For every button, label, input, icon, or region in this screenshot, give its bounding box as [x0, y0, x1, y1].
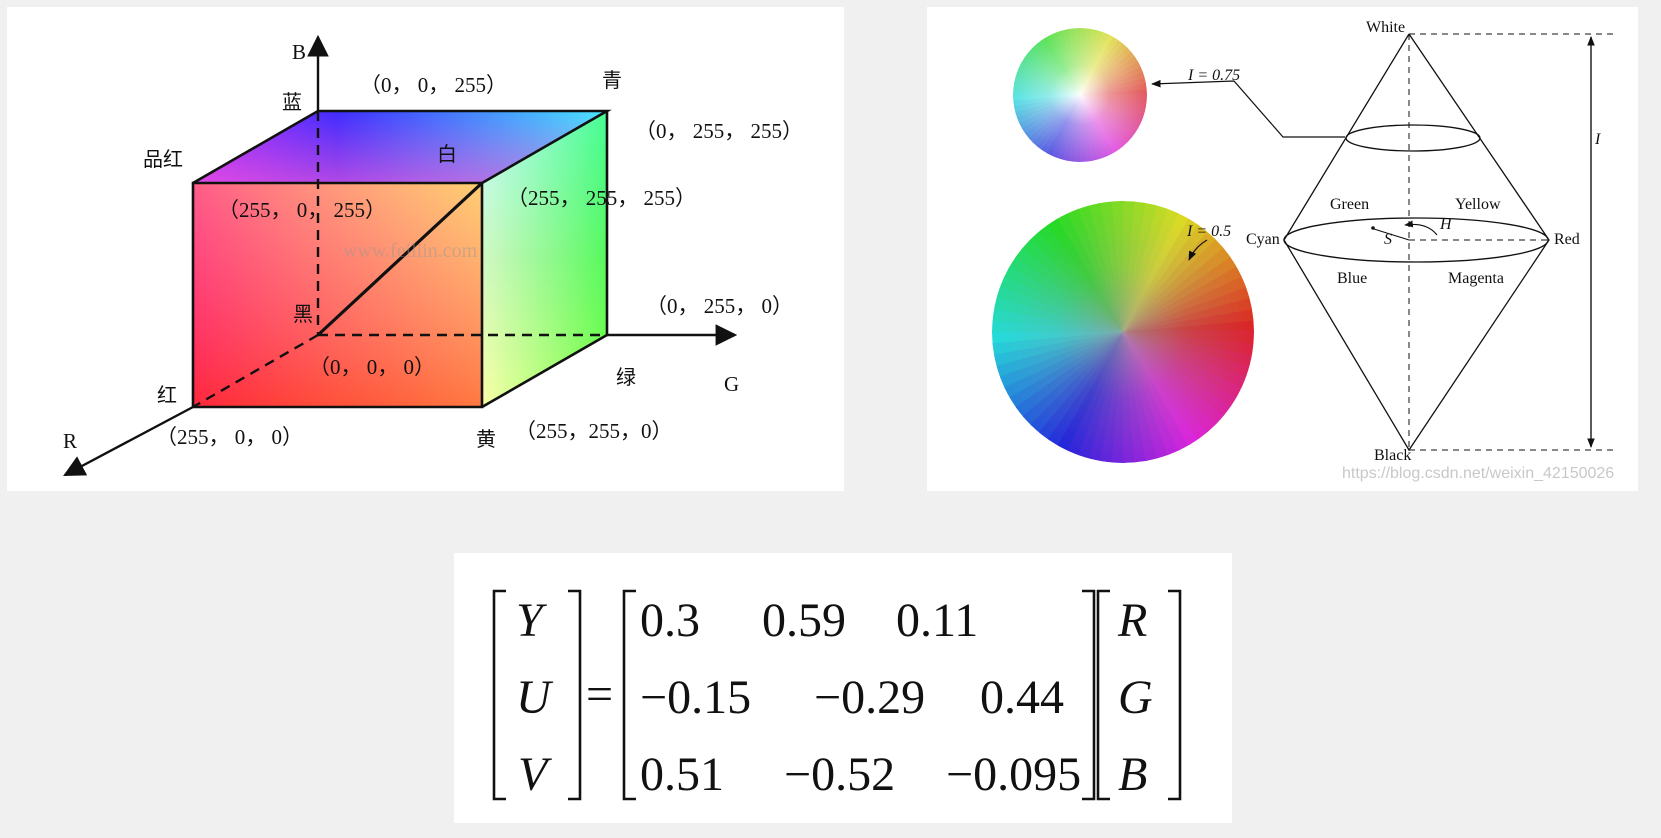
hue-wheel-large — [992, 201, 1254, 463]
lhs-u: U — [516, 671, 551, 724]
matrix-cell-0-1: 0.59 — [762, 594, 846, 647]
double-cone — [1283, 33, 1550, 452]
rgb-cube-panel: B G R 蓝 青 品红 白 黑 绿 红 黄 （0， 0， 255） （0， 2… — [7, 7, 844, 491]
hue-wheel-small — [1013, 28, 1147, 162]
matrix-cell-2-2: −0.095 — [946, 748, 1082, 801]
vertex-white-label: White — [1366, 19, 1406, 36]
corner-green-coord: （0， 255， 0） — [646, 294, 793, 318]
corner-blue-coord: （0， 0， 255） — [360, 73, 507, 97]
corner-yellow-coord: （255，255，0） — [515, 419, 673, 443]
symbol-s: S — [1384, 231, 1392, 248]
corner-white-name: 白 — [437, 142, 457, 166]
matrix-cell-0-2: 0.11 — [896, 594, 979, 647]
vertex-cyan-label: Cyan — [1246, 231, 1280, 248]
corner-white-coord: （255， 255， 255） — [507, 186, 696, 210]
vertex-red-label: Red — [1554, 231, 1580, 248]
leader-i075 — [1151, 79, 1345, 138]
rhs-g: G — [1118, 671, 1153, 724]
axis-r-label: R — [63, 429, 78, 453]
hue-angle-arc — [1404, 220, 1438, 236]
matrix-cell-2-1: −0.52 — [784, 748, 896, 801]
matrix-cell-1-1: −0.29 — [814, 671, 926, 724]
equals-sign: = — [586, 668, 614, 721]
corner-green-name: 绿 — [616, 365, 636, 389]
color-point — [1371, 226, 1375, 230]
symbol-i: I — [1595, 131, 1601, 148]
intensity-05-label: I = 0.5 — [1187, 223, 1232, 240]
cone-dashed-lines — [1408, 33, 1617, 451]
matrix-cell-2-0: 0.51 — [640, 748, 724, 801]
axis-g-label: G — [724, 372, 740, 396]
lhs-y: Y — [516, 594, 543, 647]
lhs-v: V — [518, 748, 548, 801]
corner-black-coord: （0， 0， 0） — [309, 355, 435, 379]
corner-magenta-name: 品红 — [143, 147, 183, 171]
rhs-r: R — [1118, 594, 1148, 647]
matrix-cell-1-0: −0.15 — [640, 671, 752, 724]
hsi-figure — [992, 28, 1617, 463]
corner-magenta-coord: （255， 0， 255） — [218, 198, 386, 222]
vertex-black-label: Black — [1374, 447, 1412, 464]
corner-black-name: 黑 — [293, 302, 313, 326]
hsi-model-panel: White Black Cyan Red Green Yellow Blue M… — [927, 7, 1638, 491]
hue-yellow-label: Yellow — [1455, 196, 1501, 213]
hue-magenta-label: Magenta — [1448, 270, 1504, 287]
corner-cyan-name: 青 — [602, 68, 622, 92]
cube-watermark: www.feiliin.com — [343, 240, 478, 262]
hue-green-label: Green — [1330, 196, 1370, 213]
hsi-watermark: https://blog.csdn.net/weixin_42150026 — [1342, 465, 1615, 482]
corner-red-coord: （255， 0， 0） — [156, 425, 303, 449]
intensity-075-label: I = 0.75 — [1188, 67, 1241, 84]
matrix-cell-1-2: 0.44 — [980, 671, 1064, 724]
matrix-cell-0-0: 0.3 — [640, 594, 700, 647]
corner-cyan-coord: （0， 255， 255） — [635, 119, 803, 143]
rhs-b: B — [1118, 748, 1148, 801]
axis-b-label: B — [292, 40, 307, 64]
corner-yellow-name: 黄 — [476, 427, 496, 451]
yuv-formula-panel: Y U V = 0.3 0.59 0.11 −0.15 −0.29 0.44 0… — [454, 553, 1232, 823]
symbol-h: H — [1440, 216, 1452, 233]
hue-blue-label: Blue — [1337, 270, 1368, 287]
corner-blue-name: 蓝 — [282, 90, 302, 114]
corner-red-name: 红 — [157, 383, 177, 407]
